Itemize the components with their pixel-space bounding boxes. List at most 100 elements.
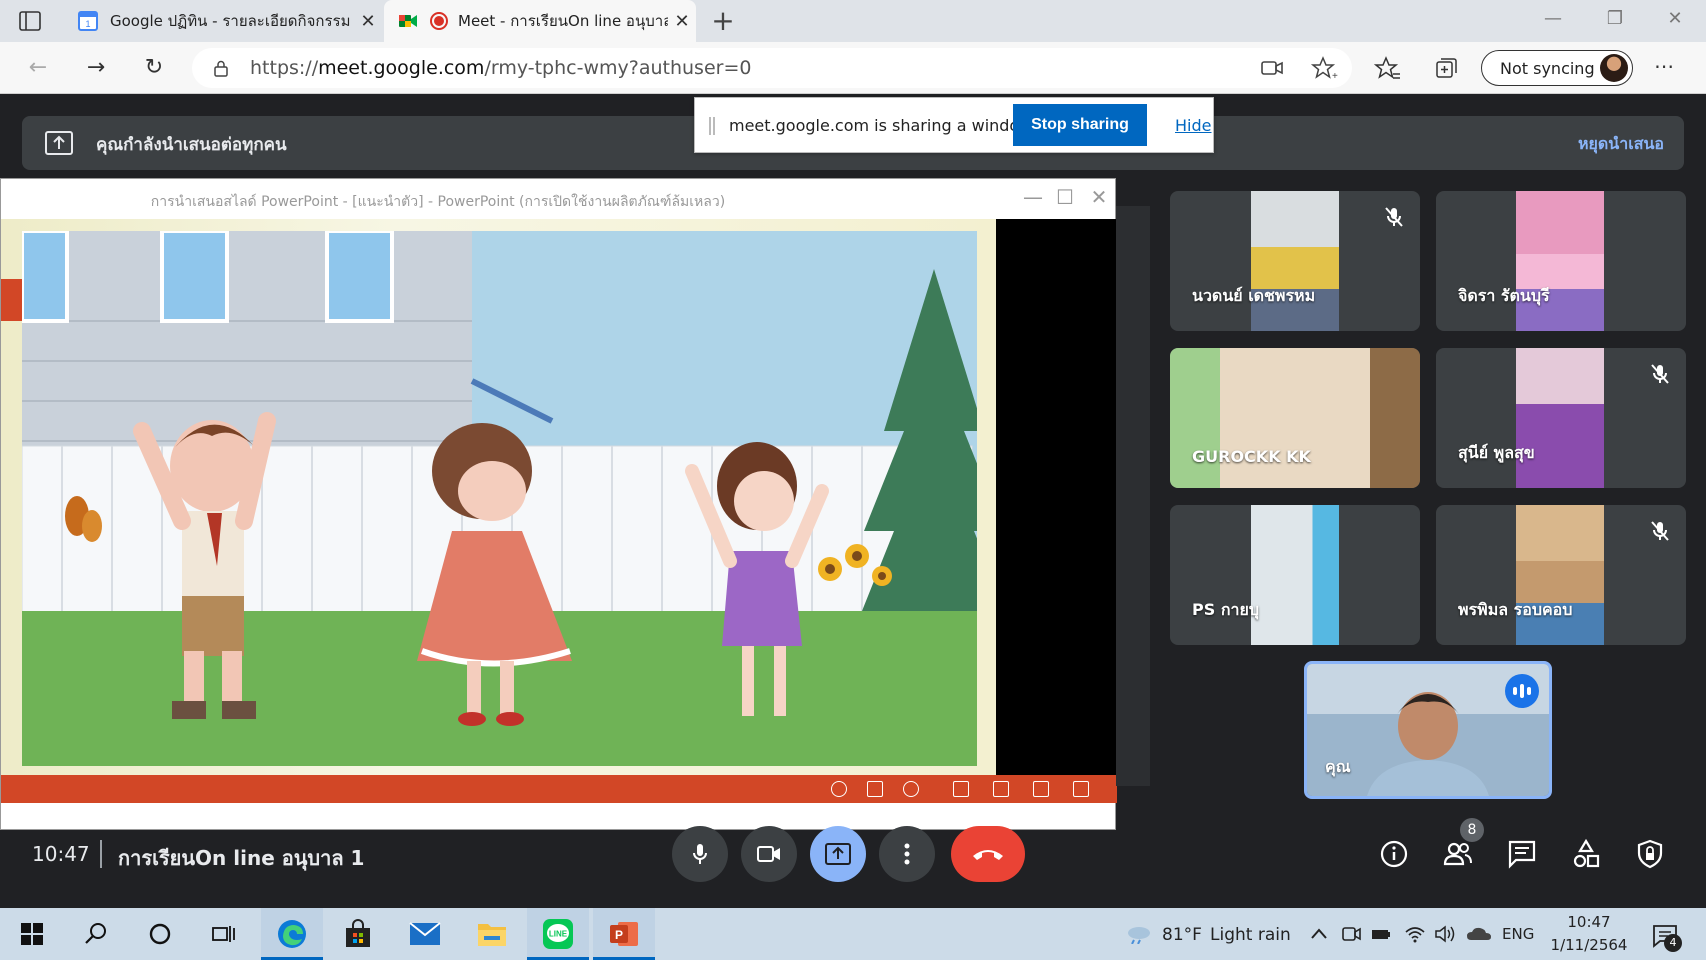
more-vert-icon <box>904 843 910 865</box>
participant-tile[interactable]: พรพิมล รอบคอบ <box>1436 505 1686 645</box>
tab-google-meet[interactable]: Meet - การเรียนOn line อนุบาล 1 ✕ <box>384 0 696 42</box>
taskbar-file-explorer[interactable] <box>472 916 512 952</box>
participant-tile[interactable]: สุนีย์ พูลสุข <box>1436 348 1686 488</box>
weather-rain-icon[interactable] <box>1124 924 1154 944</box>
meeting-clock: 10:47 <box>32 842 90 866</box>
activities-icon[interactable] <box>1570 838 1602 870</box>
powerpoint-window-title: การนำเสนอสไลด์ PowerPoint - [แนะนำตัว] -… <box>150 194 726 210</box>
sharing-notification: meet.google.com is sharing a window. Sto… <box>694 97 1214 153</box>
participant-video <box>1516 191 1604 331</box>
battery-icon[interactable] <box>1370 924 1392 944</box>
start-button[interactable] <box>12 916 52 952</box>
close-window-icon[interactable]: ✕ <box>1660 8 1690 29</box>
favorites-icon[interactable] <box>1374 54 1402 82</box>
close-tab-icon[interactable]: ✕ <box>354 11 382 32</box>
more-options-button[interactable] <box>879 826 935 882</box>
new-tab-button[interactable]: + <box>708 6 738 36</box>
minimize-window-icon[interactable]: — <box>1538 8 1568 29</box>
reading-view-icon <box>1033 781 1049 797</box>
hide-link[interactable]: Hide <box>1175 116 1211 135</box>
participant-video <box>1251 505 1339 645</box>
back-button[interactable]: ← <box>24 54 52 82</box>
powerpoint-status-bar <box>1 775 1117 803</box>
search-button[interactable] <box>76 916 116 952</box>
weather-condition[interactable]: Light rain <box>1210 925 1291 945</box>
presenting-text: คุณกำลังนำเสนอต่อทุกคน <box>96 135 287 155</box>
taskbar-powerpoint[interactable]: P <box>604 916 644 952</box>
volume-icon[interactable] <box>1434 924 1456 944</box>
tab-google-calendar[interactable]: 1 Google ปฏิทิน - รายละเอียดกิจกรรม ✕ <box>64 0 382 42</box>
reload-button[interactable]: ↻ <box>140 54 168 82</box>
taskbar-store[interactable] <box>338 916 378 952</box>
participant-tile[interactable]: GUROCKK KK <box>1170 348 1420 488</box>
google-calendar-icon: 1 <box>78 11 98 31</box>
participant-tile[interactable]: จิดรา รัตนบุรี <box>1436 191 1686 331</box>
participant-tile[interactable]: PS กายบุ <box>1170 505 1420 645</box>
close-tab-icon[interactable]: ✕ <box>668 11 696 32</box>
participant-tile[interactable]: นวดนย์ เดชพรหม <box>1170 191 1420 331</box>
shared-powerpoint-window: การนำเสนอสไลด์ PowerPoint - [แนะนำตัว] -… <box>0 178 1117 830</box>
next-slide-icon <box>903 781 919 797</box>
speaking-indicator-icon <box>1505 674 1539 708</box>
camera-in-use-icon[interactable] <box>1258 54 1286 82</box>
slide-cartoon-illustration <box>22 231 977 766</box>
restore-window-icon[interactable]: ❐ <box>1600 8 1630 29</box>
participant-video <box>1516 348 1604 488</box>
profile-sync-button[interactable]: Not syncing <box>1481 50 1633 86</box>
leave-call-button[interactable] <box>951 826 1025 882</box>
meeting-name: การเรียนOn line อนุบาล 1 <box>118 846 365 870</box>
maximize-icon: ☐ <box>1056 185 1074 209</box>
present-screen-icon <box>45 131 73 155</box>
svg-text:LINE: LINE <box>549 930 568 939</box>
browser-toolbar: ← → ↻ https://meet.google.com/rmy-tphc-w… <box>0 42 1706 94</box>
task-view-icon <box>212 926 235 942</box>
meeting-details-icon[interactable] <box>1378 838 1410 870</box>
more-options-icon[interactable]: ⋯ <box>1654 54 1674 78</box>
add-favorite-icon[interactable]: + <box>1310 54 1338 82</box>
taskbar-mail[interactable] <box>405 916 445 952</box>
microphone-muted-icon <box>1385 207 1403 227</box>
close-icon: ✕ <box>1090 185 1108 209</box>
camera-button[interactable] <box>741 826 797 882</box>
stop-sharing-button[interactable]: Stop sharing <box>1013 104 1147 146</box>
chat-icon[interactable] <box>1506 838 1538 870</box>
google-meet-icon <box>399 15 417 27</box>
search-icon <box>85 923 106 944</box>
presentation-preview-strip <box>1116 206 1150 786</box>
tab-actions-icon[interactable] <box>18 10 42 32</box>
task-view-button[interactable] <box>204 916 244 952</box>
microphone-button[interactable] <box>672 826 728 882</box>
collections-icon[interactable] <box>1432 54 1460 82</box>
camera-icon <box>757 846 780 862</box>
meet-now-icon[interactable] <box>1340 924 1362 944</box>
chevron-up-icon[interactable] <box>1308 924 1330 944</box>
self-view-tile[interactable]: คุณ <box>1304 661 1552 799</box>
stop-presenting-button[interactable]: หยุดนำเสนอ <box>1578 132 1664 157</box>
forward-button[interactable]: → <box>82 54 110 82</box>
wifi-icon[interactable] <box>1404 924 1426 944</box>
file-explorer-icon <box>478 924 506 946</box>
lock-icon[interactable] <box>212 59 230 77</box>
drag-handle[interactable] <box>709 117 715 135</box>
input-language-indicator[interactable]: ENG <box>1502 925 1534 943</box>
onedrive-cloud-icon[interactable] <box>1466 924 1492 944</box>
weather-temperature[interactable]: 81°F <box>1162 925 1202 945</box>
address-bar[interactable]: https://meet.google.com/rmy-tphc-wmy?aut… <box>192 48 1352 88</box>
taskbar-clock-date[interactable]: 1/11/2564 <box>1548 936 1630 954</box>
people-icon[interactable] <box>1442 838 1474 870</box>
host-controls-icon[interactable] <box>1634 838 1666 870</box>
participant-count-badge: 8 <box>1460 818 1484 842</box>
store-icon <box>346 919 370 947</box>
hang-up-icon <box>973 850 1003 860</box>
taskbar-edge[interactable] <box>272 916 312 952</box>
slideshow-icon <box>1073 781 1089 797</box>
edge-browser-icon <box>278 920 306 948</box>
taskbar-line[interactable]: LINE <box>538 916 578 952</box>
microphone-icon <box>693 844 707 864</box>
taskbar-clock-time[interactable]: 10:47 <box>1554 913 1624 931</box>
present-now-button[interactable] <box>810 826 866 882</box>
tab-title: Meet - การเรียนOn line อนุบาล 1 <box>458 12 668 30</box>
svg-text:+: + <box>1332 71 1338 82</box>
participant-video <box>1170 348 1420 488</box>
cortana-button[interactable] <box>140 916 180 952</box>
